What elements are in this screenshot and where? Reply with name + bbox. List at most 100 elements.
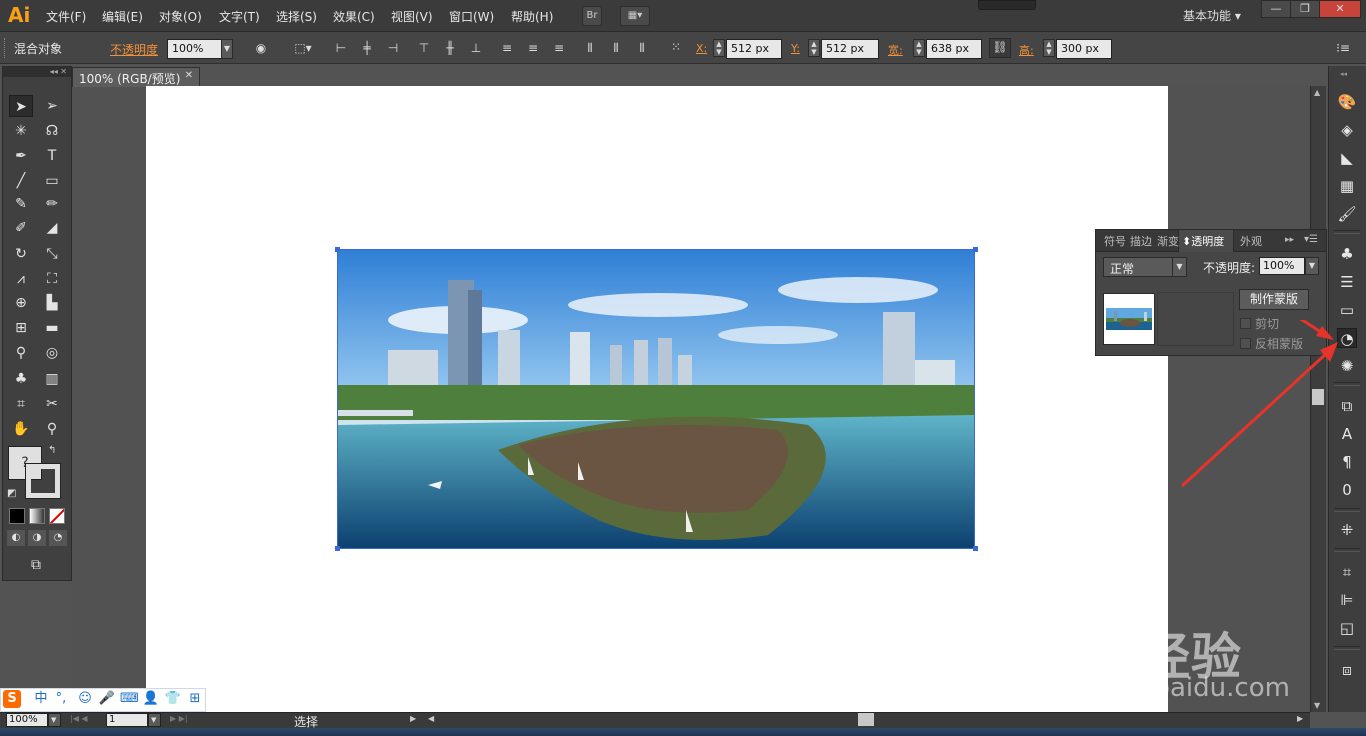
stroke-panel-icon[interactable]: ☰ bbox=[1337, 272, 1357, 292]
eraser-tool-icon[interactable]: ◢ bbox=[40, 217, 64, 239]
width-field[interactable]: 638 px bbox=[926, 39, 982, 59]
tab-appearance[interactable]: 外观 bbox=[1240, 233, 1262, 249]
scale-tool-icon[interactable]: ⤡ bbox=[40, 243, 64, 265]
distribute-bottom-icon[interactable]: ≡ bbox=[551, 40, 567, 56]
color-guide-icon[interactable]: ◣ bbox=[1337, 148, 1357, 168]
column-graph-tool-icon[interactable]: ▥ bbox=[40, 368, 64, 390]
gradient-tool-icon[interactable]: ▬ bbox=[40, 317, 64, 339]
ime-language-toggle[interactable]: 中 bbox=[32, 690, 50, 708]
none-mode-icon[interactable] bbox=[49, 508, 65, 524]
opacity-link[interactable]: 不透明度 bbox=[110, 41, 158, 58]
align-center-h-icon[interactable]: ╪ bbox=[359, 40, 375, 56]
screen-mode-icon[interactable]: ⧉ bbox=[24, 554, 48, 576]
emoji-icon[interactable]: ☺ bbox=[76, 690, 94, 708]
line-tool-icon[interactable]: ╱ bbox=[9, 170, 33, 192]
zoom-field[interactable]: 100% bbox=[6, 713, 48, 727]
tab-symbols[interactable]: 符号 bbox=[1104, 233, 1126, 249]
distribute-top-icon[interactable]: ≡ bbox=[499, 40, 515, 56]
width-spinner[interactable]: ▲ ▼ bbox=[913, 39, 925, 57]
distribute-left-icon[interactable]: ⫴ bbox=[582, 40, 598, 56]
control-opacity-dropdown[interactable]: ▼ bbox=[221, 39, 233, 59]
width-tool-icon[interactable]: ⩘ bbox=[9, 268, 33, 290]
arrange-documents-button[interactable]: ▦▾ bbox=[620, 6, 650, 26]
mesh-tool-icon[interactable]: ⊞ bbox=[9, 317, 33, 339]
draw-behind-icon[interactable]: ◑ bbox=[28, 530, 46, 546]
transform-panel-icon[interactable]: ⁜ bbox=[1337, 520, 1357, 540]
application-bar-handle[interactable] bbox=[978, 0, 1036, 10]
y-label[interactable]: Y: bbox=[791, 42, 800, 55]
zoom-tool-icon[interactable]: ⚲ bbox=[40, 418, 64, 440]
perspective-grid-tool-icon[interactable]: ▙ bbox=[40, 292, 64, 314]
constrain-proportions-icon[interactable]: ⛓ bbox=[989, 38, 1011, 58]
align-left-icon[interactable]: ⊢ bbox=[333, 40, 349, 56]
tab-gradient[interactable]: 渐变 bbox=[1157, 233, 1179, 249]
ime-punctuation-toggle[interactable]: °, bbox=[52, 690, 70, 708]
x-label[interactable]: X: bbox=[696, 42, 707, 55]
sogou-logo-icon[interactable]: S bbox=[3, 690, 21, 708]
scroll-down-icon[interactable]: ▼ bbox=[1314, 701, 1320, 710]
rotate-tool-icon[interactable]: ↻ bbox=[9, 243, 33, 265]
height-field[interactable]: 300 px bbox=[1056, 39, 1112, 59]
selection-handle[interactable] bbox=[335, 247, 340, 252]
document-tab[interactable]: 100% (RGB/预览) ✕ bbox=[72, 67, 200, 87]
menu-object[interactable]: 对象(O) bbox=[159, 8, 202, 25]
lasso-tool-icon[interactable]: ☊ bbox=[40, 120, 64, 142]
align-right-icon[interactable]: ⊣ bbox=[385, 40, 401, 56]
stroke-swatch-icon[interactable] bbox=[25, 463, 61, 499]
close-button[interactable]: ✕ bbox=[1319, 0, 1361, 18]
blend-mode-select[interactable]: 正常 ▼ bbox=[1103, 257, 1187, 277]
distribute-center-v-icon[interactable]: ≡ bbox=[525, 40, 541, 56]
align-center-v-icon[interactable]: ╫ bbox=[442, 40, 458, 56]
artboard-dropdown-icon[interactable]: ▼ bbox=[148, 713, 161, 727]
menu-help[interactable]: 帮助(H) bbox=[511, 8, 553, 25]
draw-normal-icon[interactable]: ◐ bbox=[7, 530, 25, 546]
skin-icon[interactable]: 👕 bbox=[164, 690, 182, 708]
default-colors-icon[interactable]: ◩ bbox=[7, 488, 16, 499]
menu-view[interactable]: 视图(V) bbox=[391, 8, 433, 25]
menu-effect[interactable]: 效果(C) bbox=[333, 8, 375, 25]
width-label[interactable]: 宽: bbox=[888, 42, 903, 58]
y-field[interactable]: 512 px bbox=[821, 39, 879, 59]
artboards-panel-icon[interactable]: ⌗ bbox=[1337, 562, 1357, 582]
direct-selection-tool-icon[interactable]: ➢ bbox=[40, 95, 64, 117]
align-bottom-icon[interactable]: ⊥ bbox=[468, 40, 484, 56]
shape-builder-tool-icon[interactable]: ⊕ bbox=[9, 292, 33, 314]
links-panel-icon[interactable]: ⧈ bbox=[1337, 660, 1357, 680]
x-spinner[interactable]: ▲ ▼ bbox=[713, 39, 725, 57]
align-to-icon[interactable]: ⬚▾ bbox=[290, 40, 316, 56]
hand-tool-icon[interactable]: ✋ bbox=[9, 418, 33, 440]
magic-wand-tool-icon[interactable]: ✳ bbox=[9, 120, 33, 142]
align-top-icon[interactable]: ⊤ bbox=[416, 40, 432, 56]
control-opacity-field[interactable]: 100% bbox=[167, 39, 222, 59]
keyboard-icon[interactable]: ⌨ bbox=[120, 690, 139, 708]
swap-colors-icon[interactable]: ↰ bbox=[48, 445, 56, 456]
object-thumbnail[interactable] bbox=[1103, 293, 1155, 345]
selection-tool-icon[interactable]: ➤ bbox=[9, 95, 33, 117]
tools-panel-header[interactable]: ◂◂ ✕ bbox=[3, 67, 71, 77]
menu-select[interactable]: 选择(S) bbox=[276, 8, 317, 25]
layers-panel-icon[interactable]: ◈ bbox=[1337, 120, 1357, 140]
menu-file[interactable]: 文件(F) bbox=[46, 8, 86, 25]
pen-tool-icon[interactable]: ✒ bbox=[9, 145, 33, 167]
type-tool-icon[interactable]: T bbox=[40, 145, 64, 167]
gradient-mode-icon[interactable] bbox=[29, 508, 45, 524]
panel-opacity-field[interactable]: 100% bbox=[1259, 257, 1305, 275]
panel-menu-icon[interactable]: ▾☰ bbox=[1304, 234, 1318, 245]
microphone-icon[interactable]: 🎤 bbox=[98, 690, 116, 708]
pathfinder-panel-icon[interactable]: ◱ bbox=[1337, 618, 1357, 638]
gradient-panel-icon[interactable]: ▭ bbox=[1337, 300, 1357, 320]
blob-brush-tool-icon[interactable]: ✐ bbox=[9, 217, 33, 239]
slice-tool-icon[interactable]: ✂ bbox=[40, 393, 64, 415]
brushes-panel-icon[interactable]: 🖌 bbox=[1337, 204, 1357, 224]
dock-collapse-icon[interactable]: ◂◂ bbox=[1340, 70, 1360, 78]
zoom-dropdown-icon[interactable]: ▼ bbox=[48, 713, 61, 727]
height-spinner[interactable]: ▲ ▼ bbox=[1043, 39, 1055, 57]
horizontal-scroll-thumb[interactable] bbox=[858, 713, 874, 726]
pencil-tool-icon[interactable]: ✏ bbox=[40, 193, 64, 215]
scroll-up-icon[interactable]: ▲ bbox=[1314, 88, 1320, 97]
symbol-sprayer-tool-icon[interactable]: ♣ bbox=[9, 368, 33, 390]
recolor-icon[interactable]: ◉ bbox=[253, 40, 269, 56]
scroll-left-icon[interactable]: ◀ bbox=[428, 714, 434, 723]
reference-point-icon[interactable]: ⁙ bbox=[668, 39, 684, 55]
align-panel-icon[interactable]: ⊫ bbox=[1337, 590, 1357, 610]
